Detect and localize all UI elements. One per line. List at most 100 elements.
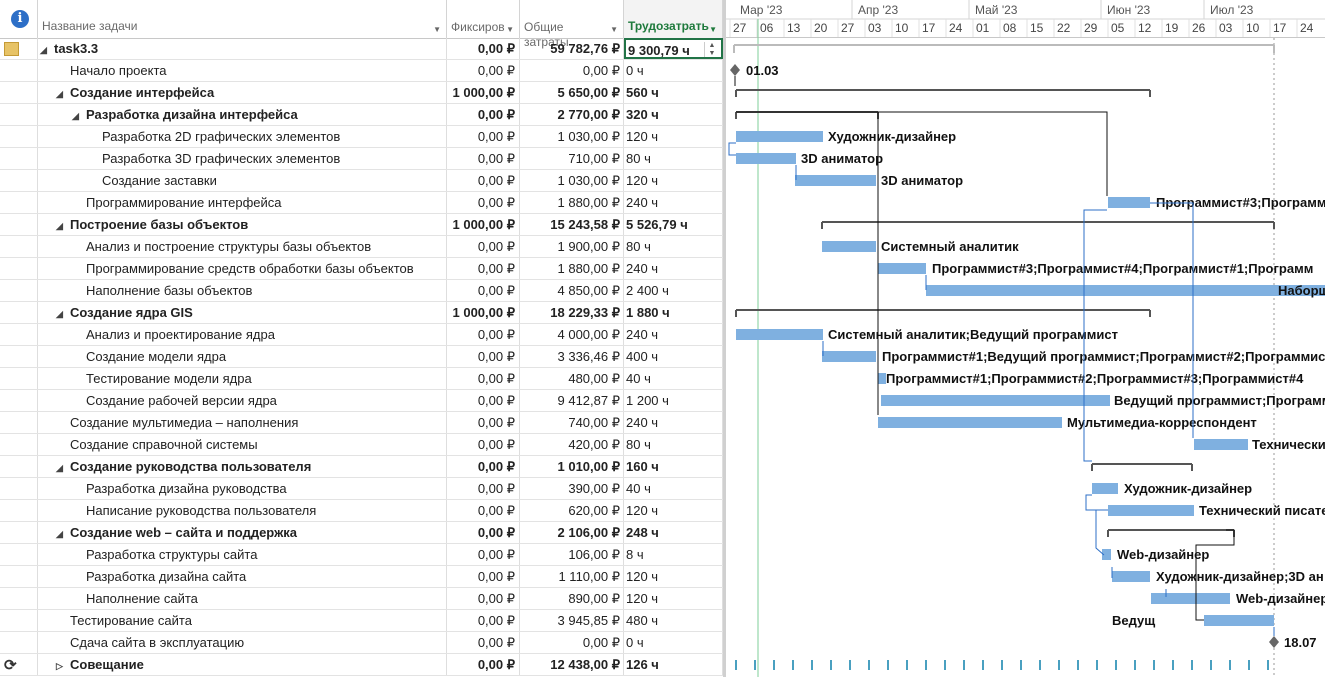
work-cell[interactable]: 240 ч	[624, 258, 723, 279]
indicator-cell[interactable]	[0, 236, 38, 257]
fixed-cost-cell[interactable]: 0,00 ₽	[447, 434, 520, 455]
work-cell[interactable]: 240 ч	[624, 412, 723, 433]
collapse-icon[interactable]: ◢	[56, 304, 70, 323]
fixed-cost-cell[interactable]: 0,00 ₽	[447, 412, 520, 433]
work-cell[interactable]: 120 ч	[624, 500, 723, 521]
total-cost-cell[interactable]: 4 000,00 ₽	[520, 324, 624, 345]
total-cost-cell[interactable]: 740,00 ₽	[520, 412, 624, 433]
work-cell[interactable]: 560 ч	[624, 82, 723, 103]
work-cell[interactable]: 80 ч	[624, 434, 723, 455]
indicator-cell[interactable]	[0, 500, 38, 521]
indicator-cell[interactable]	[0, 324, 38, 345]
work-cell[interactable]: 2 400 ч	[624, 280, 723, 301]
total-cost-cell[interactable]: 0,00 ₽	[520, 632, 624, 653]
chevron-down-icon[interactable]: ▼	[433, 22, 441, 37]
task-name-cell[interactable]: Сдача сайта в эксплуатацию	[38, 632, 447, 653]
total-cost-cell[interactable]: 59 782,76 ₽	[520, 38, 624, 59]
task-name-cell[interactable]: Разработка дизайна руководства	[38, 478, 447, 499]
task-name-cell[interactable]: Наполнение сайта	[38, 588, 447, 609]
task-name-header[interactable]: Название задачи ▼	[38, 0, 447, 38]
total-cost-cell[interactable]: 15 243,58 ₽	[520, 214, 624, 235]
work-cell[interactable]: 80 ч	[624, 148, 723, 169]
chevron-down-icon[interactable]: ▼	[506, 22, 514, 37]
total-cost-cell[interactable]: 9 412,87 ₽	[520, 390, 624, 411]
work-cell[interactable]: 0 ч	[624, 632, 723, 653]
collapse-icon[interactable]: ◢	[40, 40, 54, 59]
total-cost-cell[interactable]: 18 229,33 ₽	[520, 302, 624, 323]
task-name-cell[interactable]: Разработка дизайна сайта	[38, 566, 447, 587]
collapse-icon[interactable]: ◢	[56, 216, 70, 235]
fixed-cost-cell[interactable]: 1 000,00 ₽	[447, 82, 520, 103]
fixed-cost-cell[interactable]: 0,00 ₽	[447, 654, 520, 675]
total-cost-cell[interactable]: 12 438,00 ₽	[520, 654, 624, 675]
total-cost-cell[interactable]: 620,00 ₽	[520, 500, 624, 521]
task-name-cell[interactable]: Разработка 3D графических элементов	[38, 148, 447, 169]
task-name-cell[interactable]: Программирование интерфейса	[38, 192, 447, 213]
task-row[interactable]: ◢ Разработка дизайна интерфейса 0,00 ₽ 2 77…	[0, 104, 723, 126]
total-cost-cell[interactable]: 1 030,00 ₽	[520, 126, 624, 147]
fixed-cost-cell[interactable]: 0,00 ₽	[447, 258, 520, 279]
task-name-cell[interactable]: Создание справочной системы	[38, 434, 447, 455]
task-name-cell[interactable]: ▷ Совещание	[38, 654, 447, 675]
task-name-cell[interactable]: ◢ Создание руководства пользователя	[38, 456, 447, 477]
task-row[interactable]: Программирование средств обработки базы …	[0, 258, 723, 280]
fixed-cost-cell[interactable]: 0,00 ₽	[447, 280, 520, 301]
total-cost-cell[interactable]: 1 030,00 ₽	[520, 170, 624, 191]
collapse-icon[interactable]: ◢	[56, 84, 70, 103]
task-name-cell[interactable]: Наполнение базы объектов	[38, 280, 447, 301]
work-cell[interactable]: 1 200 ч	[624, 390, 723, 411]
fixed-cost-cell[interactable]: 1 000,00 ₽	[447, 302, 520, 323]
work-cell[interactable]: 120 ч	[624, 170, 723, 191]
work-cell[interactable]: 126 ч	[624, 654, 723, 675]
work-cell[interactable]: 80 ч	[624, 236, 723, 257]
collapse-icon[interactable]: ◢	[56, 458, 70, 477]
task-row[interactable]: Разработка дизайна руководства 0,00 ₽ 390,…	[0, 478, 723, 500]
indicator-cell[interactable]	[0, 126, 38, 147]
task-row[interactable]: Разработка структуры сайта 0,00 ₽ 106,00 ₽…	[0, 544, 723, 566]
task-row[interactable]: Тестирование модели ядра 0,00 ₽ 480,00 ₽ 40…	[0, 368, 723, 390]
fixed-cost-cell[interactable]: 0,00 ₽	[447, 346, 520, 367]
indicator-cell[interactable]	[0, 170, 38, 191]
fixed-cost-cell[interactable]: 0,00 ₽	[447, 126, 520, 147]
indicator-cell[interactable]	[0, 82, 38, 103]
indicator-cell[interactable]	[0, 610, 38, 631]
fixed-cost-cell[interactable]: 0,00 ₽	[447, 368, 520, 389]
fixed-cost-cell[interactable]: 0,00 ₽	[447, 390, 520, 411]
indicator-cell[interactable]	[0, 456, 38, 477]
indicator-cell[interactable]	[0, 104, 38, 125]
task-name-cell[interactable]: Анализ и проектирование ядра	[38, 324, 447, 345]
total-cost-cell[interactable]: 5 650,00 ₽	[520, 82, 624, 103]
task-name-cell[interactable]: ◢ task3.3	[38, 38, 447, 59]
total-cost-cell[interactable]: 420,00 ₽	[520, 434, 624, 455]
indicator-cell[interactable]	[0, 412, 38, 433]
fixed-cost-cell[interactable]: 0,00 ₽	[447, 38, 520, 59]
fixed-cost-header[interactable]: Фиксиров затраты ▼	[447, 0, 520, 38]
fixed-cost-cell[interactable]: 0,00 ₽	[447, 500, 520, 521]
collapse-icon[interactable]: ◢	[56, 524, 70, 543]
total-cost-cell[interactable]: 1 110,00 ₽	[520, 566, 624, 587]
task-row[interactable]: Наполнение сайта 0,00 ₽ 890,00 ₽ 120 ч	[0, 588, 723, 610]
indicator-cell[interactable]	[0, 478, 38, 499]
task-name-cell[interactable]: Начало проекта	[38, 60, 447, 81]
expand-icon[interactable]: ▷	[56, 656, 70, 675]
task-name-cell[interactable]: Тестирование модели ядра	[38, 368, 447, 389]
fixed-cost-cell[interactable]: 0,00 ₽	[447, 148, 520, 169]
indicator-cell[interactable]	[0, 566, 38, 587]
chevron-down-icon[interactable]: ▼	[610, 22, 618, 37]
fixed-cost-cell[interactable]: 0,00 ₽	[447, 60, 520, 81]
task-row[interactable]: Разработка 3D графических элементов 0,00 …	[0, 148, 723, 170]
work-cell[interactable]: 160 ч	[624, 456, 723, 477]
indicator-cell[interactable]	[0, 522, 38, 543]
fixed-cost-cell[interactable]: 0,00 ₽	[447, 566, 520, 587]
work-cell[interactable]: 400 ч	[624, 346, 723, 367]
task-name-cell[interactable]: ◢ Создание web – сайта и поддержка	[38, 522, 447, 543]
total-cost-cell[interactable]: 1 010,00 ₽	[520, 456, 624, 477]
task-row[interactable]: Разработка дизайна сайта 0,00 ₽ 1 110,00 ₽…	[0, 566, 723, 588]
task-row[interactable]: ⟳ ▷ Совещание 0,00 ₽ 12 438,00 ₽ 126 ч	[0, 654, 723, 676]
work-cell[interactable]: 320 ч	[624, 104, 723, 125]
task-row[interactable]: ◢ task3.3 0,00 ₽ 59 782,76 ₽ 9 300,79 ч ▲ ▼	[0, 38, 723, 60]
task-name-cell[interactable]: Создание мультимедиа – наполнения	[38, 412, 447, 433]
total-cost-cell[interactable]: 2 770,00 ₽	[520, 104, 624, 125]
task-row[interactable]: Создание рабочей версии ядра 0,00 ₽ 9 412,…	[0, 390, 723, 412]
fixed-cost-cell[interactable]: 0,00 ₽	[447, 478, 520, 499]
